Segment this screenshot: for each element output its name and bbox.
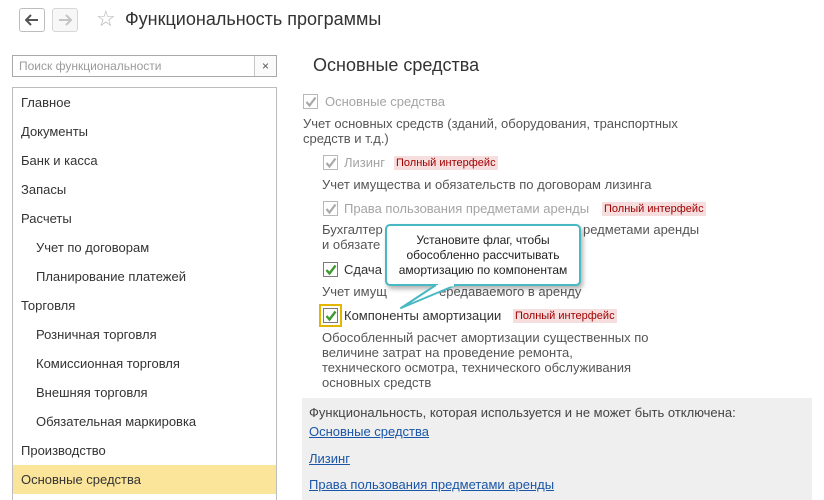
sidebar-item-production[interactable]: Производство [13,436,276,465]
checkbox-leasing[interactable] [323,155,338,170]
tooltip-line: Установите флаг, чтобы [416,233,550,247]
badge-full-interface: Полный интерфейс [394,156,498,170]
arrow-right-icon [59,14,72,26]
sidebar: Главное Документы Банк и касса Запасы Ра… [12,87,277,500]
link-lease-rights[interactable]: Права пользования предметами аренды [309,477,554,492]
sidebar-item-payment-planning[interactable]: Планирование платежей [13,262,276,291]
back-button[interactable] [19,8,45,32]
option-description-line: Обособленный расчет амортизации существе… [322,330,649,345]
forward-button[interactable] [52,8,78,32]
sidebar-item-marking[interactable]: Обязательная маркировка [13,407,276,436]
star-icon[interactable]: ☆ [96,7,116,31]
option-description-lease-rights-end: редметами аренды [583,222,700,237]
sidebar-item-bank[interactable]: Банк и касса [13,146,276,175]
checkmark-icon [325,157,337,169]
always-on-panel: Функциональность, которая используется и… [302,398,812,500]
search-input[interactable] [13,56,254,76]
link-leasing[interactable]: Лизинг [309,451,350,466]
sidebar-item-retail[interactable]: Розничная торговля [13,320,276,349]
checkmark-icon [325,310,337,322]
sidebar-item-commission[interactable]: Комиссионная торговля [13,349,276,378]
checkbox-depreciation-components[interactable] [323,308,338,323]
tooltip-line: обособленно рассчитывать [406,248,560,262]
search-clear-button[interactable]: × [254,56,276,76]
sidebar-item-contracts[interactable]: Учет по договорам [13,233,276,262]
badge-full-interface: Полный интерфейс [513,309,617,323]
checkmark-icon [325,264,337,276]
sidebar-item-fixed-assets[interactable]: Основные средства [13,465,276,494]
option-description-leasing: Учет имущества и обязательств по договор… [322,177,652,192]
checkbox-leasing-out[interactable] [323,262,338,277]
link-fixed-assets[interactable]: Основные средства [309,424,429,439]
window-title: Функциональность программы [125,9,382,29]
sidebar-item-stock[interactable]: Запасы [13,175,276,204]
tooltip-line: амортизацию по компонентам [398,263,568,277]
checkbox-lease-rights[interactable] [323,201,338,216]
always-on-title: Функциональность, которая используется и… [309,405,736,420]
sidebar-item-settlements[interactable]: Расчеты [13,204,276,233]
option-label-leasing-out: Сдача [344,262,382,277]
sidebar-item-trade[interactable]: Торговля [13,291,276,320]
title-bar: ☆ Функциональность программы [0,0,824,40]
option-description-line: технического осмотра, технического обслу… [322,360,632,375]
checkmark-icon [325,203,337,215]
page-title: Основные средства [313,55,480,75]
hint-tooltip: Установите флаг, чтобы обособленно рассч… [385,224,581,286]
option-description-lease-rights-line2: и обязате [322,237,381,252]
checkmark-icon [305,96,317,108]
option-description-fixed-assets: Учет основных средств (зданий, оборудова… [303,116,678,146]
option-description-line: основных средств [322,375,432,390]
option-description-lease-rights-start: Бухгалтер [322,222,383,237]
option-label-depreciation-components: Компоненты амортизации [344,308,502,323]
sidebar-item-documents[interactable]: Документы [13,117,276,146]
option-description-leasing-out-end: ередаваемого в аренду [439,284,582,299]
checkbox-fixed-assets[interactable] [303,94,318,109]
option-description-line: величине затрат на проведение ремонта, [322,345,573,360]
option-label-fixed-assets: Основные средства [325,94,445,109]
search-box: × [12,55,277,77]
option-description-leasing-out-start: Учет имущ [322,284,387,299]
sidebar-item-main[interactable]: Главное [13,88,276,117]
badge-full-interface: Полный интерфейс [602,202,706,216]
option-label-lease-rights: Права пользования предметами аренды [344,201,590,216]
arrow-left-icon [25,14,38,26]
option-label-leasing: Лизинг [344,155,385,170]
sidebar-item-foreign-trade[interactable]: Внешняя торговля [13,378,276,407]
